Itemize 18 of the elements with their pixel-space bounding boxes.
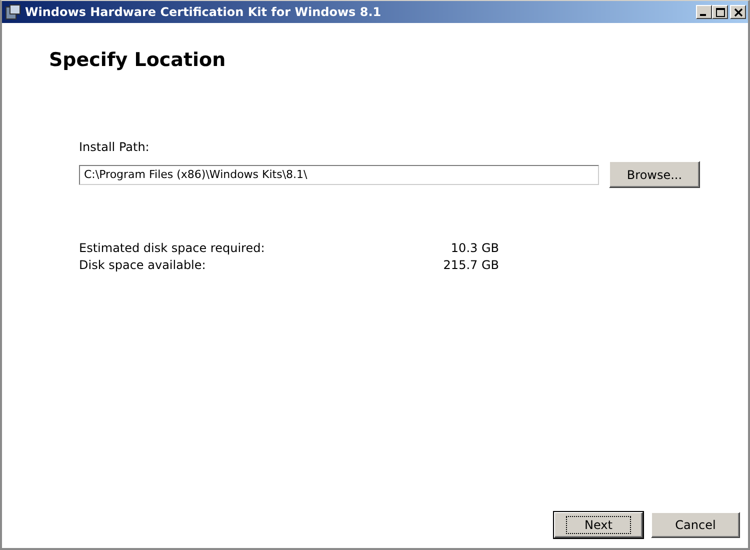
disk-space-value: 215.7 GB — [443, 257, 499, 274]
install-path-field[interactable]: C:\Program Files (x86)\Windows Kits\8.1\ — [79, 164, 599, 184]
dialog-button[interactable]: Cancel — [651, 512, 740, 538]
minimize-icon — [700, 14, 706, 16]
maximize-button[interactable] — [712, 5, 728, 19]
close-icon — [734, 8, 742, 16]
browse-button[interactable]: Browse... — [609, 161, 700, 188]
app-icon — [5, 4, 21, 20]
disk-space-value: 10.3 GB — [450, 240, 499, 257]
disk-space-label: Estimated disk space required: — [79, 240, 265, 257]
close-button[interactable] — [730, 5, 746, 19]
minimize-button[interactable] — [696, 5, 712, 19]
install-path-label: Install Path: — [79, 140, 150, 154]
disk-space-label: Disk space available: — [79, 257, 206, 274]
window-title: Windows Hardware Certification Kit for Windows 8.1 — [25, 5, 382, 19]
maximize-icon — [716, 8, 724, 16]
dialog-button[interactable]: Next — [554, 512, 643, 538]
page-heading: Specify Location — [49, 49, 227, 71]
